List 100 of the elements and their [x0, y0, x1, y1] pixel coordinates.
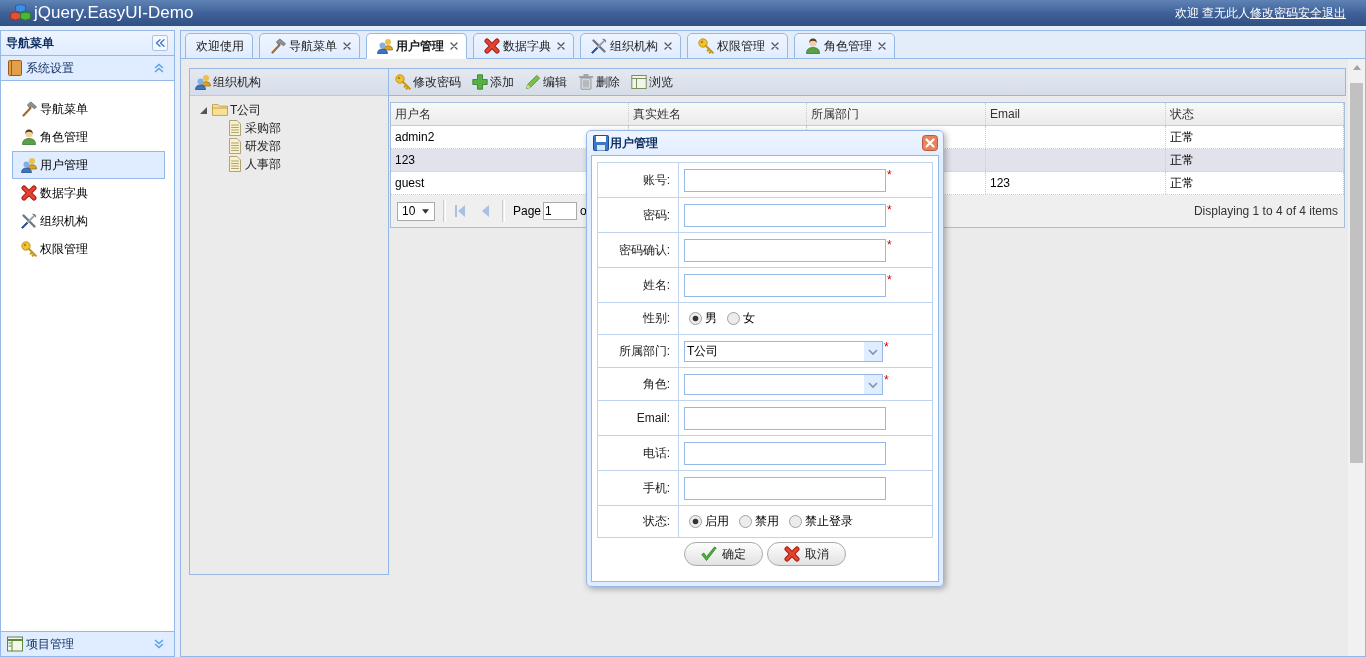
radio-button[interactable]	[789, 515, 802, 528]
radio-label[interactable]: 女	[743, 310, 755, 327]
pencil-icon	[525, 74, 541, 90]
tab[interactable]: 导航菜单	[259, 33, 360, 59]
radio-label[interactable]: 禁用	[755, 513, 779, 530]
document-icon	[229, 138, 241, 154]
caret-down-icon	[422, 208, 429, 214]
ok-button[interactable]: 确定	[683, 542, 763, 566]
double-chevron-down-icon[interactable]	[154, 639, 164, 649]
menu-item[interactable]: 导航菜单	[12, 95, 165, 123]
tab[interactable]: 用户管理	[366, 33, 467, 59]
combo-box[interactable]	[684, 373, 883, 395]
input-field[interactable]	[684, 203, 886, 227]
toolbar-button[interactable]: 编辑	[521, 71, 571, 93]
window-icon	[7, 636, 23, 652]
tree-node[interactable]: 人事部	[229, 155, 388, 173]
field-label: 角色:	[597, 367, 679, 401]
toolbar-button[interactable]: 修改密码	[391, 71, 465, 93]
radio-button[interactable]	[689, 515, 702, 528]
table-cell: 正常	[1166, 126, 1344, 148]
page-of-label: o	[580, 204, 587, 218]
field-label: 性别:	[597, 302, 679, 335]
input-field[interactable]	[684, 441, 886, 465]
welcome-text: 欢迎 查无此人	[1174, 4, 1250, 22]
chevron-down-icon[interactable]	[864, 341, 882, 361]
toolbar-button[interactable]: 删除	[574, 71, 624, 93]
tools-icon	[591, 38, 607, 54]
input-field[interactable]	[684, 238, 886, 262]
input-field[interactable]	[684, 273, 886, 297]
page-size-select[interactable]: 10	[397, 201, 435, 221]
people-icon	[21, 157, 37, 173]
close-icon[interactable]	[664, 42, 672, 50]
collapse-button[interactable]	[152, 35, 168, 51]
double-chevron-up-icon[interactable]	[154, 63, 164, 73]
close-icon[interactable]	[878, 42, 886, 50]
toolbar-button[interactable]: 浏览	[627, 71, 677, 93]
folder-icon	[212, 104, 228, 116]
tab[interactable]: 角色管理	[794, 33, 895, 59]
tab[interactable]: 欢迎使用	[185, 33, 253, 59]
field-label: 所属部门:	[597, 334, 679, 368]
cancel-button[interactable]: 取消	[766, 542, 846, 566]
menu-item[interactable]: 数据字典	[12, 179, 165, 207]
triangle-icon[interactable]	[200, 106, 207, 114]
combo-box[interactable]: T公司	[684, 340, 883, 362]
tab[interactable]: 组织机构	[580, 33, 681, 59]
field-label: 账号:	[597, 162, 679, 198]
plus-icon	[472, 74, 488, 90]
cross-icon	[21, 185, 37, 201]
column-header[interactable]: 状态	[1166, 103, 1344, 125]
close-icon[interactable]	[771, 42, 779, 50]
window-icon	[631, 74, 647, 90]
radio-button[interactable]	[727, 312, 740, 325]
accordion-header[interactable]: 项目管理	[1, 631, 174, 656]
accordion-header[interactable]: 系统设置	[1, 56, 174, 81]
check-icon	[700, 546, 717, 562]
tab[interactable]: 权限管理	[687, 33, 788, 59]
trash-icon	[578, 74, 594, 90]
tree-node[interactable]: 研发部	[229, 137, 388, 155]
column-header[interactable]: 所属部门	[807, 103, 986, 125]
input-field[interactable]	[684, 476, 886, 500]
field-label: 密码:	[597, 197, 679, 233]
people-icon	[377, 38, 393, 54]
document-icon	[229, 156, 241, 172]
tree-node[interactable]: 采购部	[229, 119, 388, 137]
chevron-down-icon[interactable]	[864, 374, 882, 394]
close-icon[interactable]	[343, 42, 351, 50]
close-icon[interactable]	[450, 42, 458, 50]
tree-node[interactable]: T公司	[200, 101, 388, 119]
header-link[interactable]: 修改密码	[1250, 4, 1298, 22]
radio-button[interactable]	[739, 515, 752, 528]
radio-label[interactable]: 禁止登录	[805, 513, 853, 530]
input-field[interactable]	[684, 168, 886, 192]
column-header[interactable]: Email	[986, 103, 1166, 125]
field-label: Email:	[597, 400, 679, 436]
pager-info: Displaying 1 to 4 of 4 items	[1193, 204, 1338, 218]
menu-item[interactable]: 角色管理	[12, 123, 165, 151]
tab[interactable]: 数据字典	[473, 33, 574, 59]
radio-label[interactable]: 启用	[705, 513, 729, 530]
radio-label[interactable]: 男	[705, 310, 717, 327]
page-input[interactable]: 1	[543, 202, 578, 220]
first-page-icon[interactable]	[455, 205, 465, 217]
scrollbar[interactable]	[1348, 59, 1365, 656]
menu-item[interactable]: 组织机构	[12, 207, 165, 235]
menu-item[interactable]: 用户管理	[12, 151, 165, 179]
previous-page-icon[interactable]	[482, 205, 489, 217]
scrollbar-thumb[interactable]	[1350, 83, 1363, 463]
radio-button[interactable]	[689, 312, 702, 325]
input-field[interactable]	[684, 406, 886, 430]
toolbar-button[interactable]: 添加	[468, 71, 518, 93]
field-label: 状态:	[597, 505, 679, 538]
hammer-icon	[21, 101, 37, 117]
close-icon[interactable]	[922, 135, 938, 151]
menu-item[interactable]: 权限管理	[12, 235, 165, 263]
header-link[interactable]: 安全退出	[1298, 4, 1346, 22]
column-header[interactable]: 真实姓名	[629, 103, 807, 125]
scroll-up-arrow-icon[interactable]	[1352, 65, 1361, 70]
column-header[interactable]: 用户名	[391, 103, 629, 125]
required-mark: *	[884, 340, 889, 353]
people-icon	[195, 74, 211, 90]
close-icon[interactable]	[557, 42, 565, 50]
